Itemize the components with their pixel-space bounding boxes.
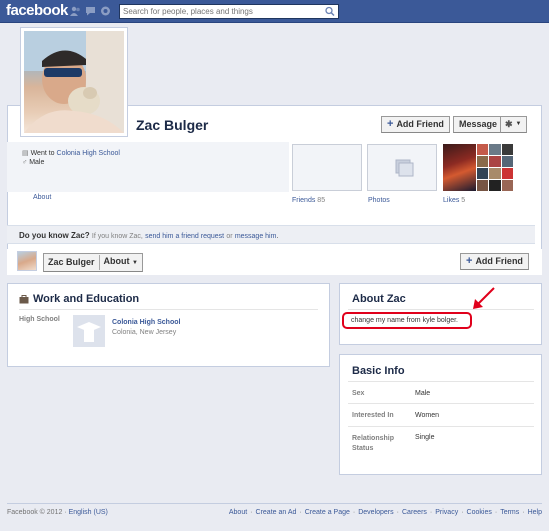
- row-divider: [348, 426, 534, 427]
- high-school-label: High School: [19, 316, 60, 323]
- sex-label: Sex: [352, 390, 365, 397]
- graduation-cap-icon: [77, 322, 101, 342]
- footer-link-create-ad[interactable]: Create an Ad: [256, 509, 297, 516]
- add-friend-icon: +: [387, 118, 394, 130]
- likes-count: 5: [461, 197, 466, 204]
- friends-link[interactable]: Friends 85: [292, 197, 325, 204]
- gear-icon: ✱: [505, 119, 513, 129]
- school-location: Colonia, New Jersey: [112, 329, 177, 336]
- footer-link-developers[interactable]: Developers: [358, 509, 393, 516]
- about-zac-divider: [348, 309, 534, 310]
- do-you-know-or: or: [226, 233, 233, 240]
- add-friend-label: Add Friend: [396, 119, 444, 129]
- footer-link-cookies[interactable]: Cookies: [467, 509, 492, 516]
- profile-picture[interactable]: [20, 27, 128, 137]
- send-friend-request-link[interactable]: send him a friend request: [145, 233, 224, 240]
- likes-link[interactable]: Likes 5: [443, 197, 465, 204]
- add-friend-icon: +: [466, 255, 473, 267]
- footer-divider: [7, 503, 542, 504]
- work-education-title-text: Work and Education: [33, 293, 140, 305]
- friends-label: Friends: [292, 197, 316, 204]
- basic-info-divider: [348, 381, 534, 382]
- search-box[interactable]: [119, 4, 339, 19]
- search-input[interactable]: [120, 5, 316, 18]
- photos-link[interactable]: Photos: [368, 197, 390, 204]
- friend-requests-icon[interactable]: [70, 6, 81, 16]
- interested-in-label: Interested In: [352, 412, 394, 419]
- about-zac-text: change my name from kyle bolger.: [351, 317, 458, 324]
- friends-count: 85: [317, 197, 326, 204]
- subnav-tabs: Zac Bulger About ▼: [43, 253, 143, 272]
- messages-icon[interactable]: [85, 6, 96, 16]
- footer-link-careers[interactable]: Careers: [402, 509, 427, 516]
- friends-thumbnail[interactable]: [292, 144, 362, 191]
- sex-value: Male: [415, 390, 431, 397]
- subnav-add-friend-button[interactable]: + Add Friend: [460, 253, 529, 270]
- footer-link-privacy[interactable]: Privacy: [435, 509, 458, 516]
- school-link[interactable]: Colonia High School: [57, 150, 120, 157]
- likes-label: Likes: [443, 197, 460, 204]
- relationship-status-value: Single: [415, 434, 435, 441]
- went-to-prefix: Went to: [30, 150, 55, 157]
- chevron-down-icon: ▼: [132, 260, 138, 266]
- settings-dropdown-button[interactable]: ✱ ▼: [500, 116, 527, 133]
- do-you-know-question: Do you know Zac?: [19, 231, 90, 240]
- subnav-add-friend-label: Add Friend: [475, 256, 523, 266]
- likes-image-main: [443, 144, 476, 191]
- school-name-link[interactable]: Colonia High School: [112, 319, 180, 326]
- avatar[interactable]: [17, 251, 37, 271]
- basic-info-title: Basic Info: [352, 365, 405, 377]
- do-you-know-prefix: If you know Zac,: [91, 233, 143, 240]
- message-button[interactable]: Message: [453, 116, 504, 133]
- about-zac-title: About Zac: [352, 293, 406, 305]
- footer-link-help[interactable]: Help: [528, 509, 542, 516]
- language-link[interactable]: English (US): [69, 509, 108, 516]
- likes-thumbnail[interactable]: [443, 144, 513, 191]
- profile-photo: [24, 31, 124, 133]
- footer-link-about[interactable]: About: [229, 509, 247, 516]
- subnav-about-tab[interactable]: About ▼: [100, 254, 142, 271]
- relationship-status-label: Relationship Status: [352, 435, 395, 452]
- chevron-down-icon: ▼: [515, 121, 522, 127]
- row-divider: [348, 403, 534, 404]
- profile-photo-drawing: [24, 31, 124, 133]
- copyright-text: Facebook © 2012 ·: [7, 509, 67, 516]
- photos-thumbnail[interactable]: [367, 144, 437, 191]
- do-you-know-text: Do you know Zac? If you know Zac, send h…: [19, 231, 278, 240]
- footer-links: About · Create an Ad · Create a Page · Deve…: [228, 509, 542, 516]
- annotation-arrow-icon: [473, 287, 495, 309]
- work-education-title: Work and Education: [19, 293, 139, 305]
- interested-in-value: Women: [415, 412, 439, 419]
- message-him-link[interactable]: message him: [235, 233, 277, 240]
- photos-placeholder-icon: [395, 159, 414, 177]
- do-you-know-period: .: [276, 233, 279, 240]
- do-you-know-bar: Do you know Zac? If you know Zac, send h…: [7, 225, 535, 244]
- subnav-about-label: About: [103, 256, 130, 266]
- search-icon[interactable]: [324, 6, 336, 17]
- briefcase-icon: [19, 294, 29, 303]
- school-placeholder-icon[interactable]: [73, 315, 105, 347]
- gender-line: ♂ Male: [22, 159, 44, 166]
- about-link[interactable]: About: [33, 194, 51, 201]
- work-education-divider: [19, 309, 318, 310]
- facebook-logo[interactable]: facebook: [6, 2, 68, 19]
- school-icon: ▤: [22, 150, 29, 157]
- footer-link-create-page[interactable]: Create a Page: [305, 509, 350, 516]
- education-line: ▤ Went to Colonia High School: [22, 149, 120, 157]
- likes-image-grid: [476, 144, 513, 191]
- gender-value: Male: [29, 159, 45, 166]
- add-friend-button[interactable]: + Add Friend: [381, 116, 450, 133]
- notifications-icon[interactable]: [100, 6, 111, 16]
- footer-copyright: Facebook © 2012 · English (US): [7, 509, 108, 516]
- subnav-name-tab[interactable]: Zac Bulger: [44, 255, 100, 270]
- gender-icon: ♂: [22, 159, 28, 166]
- footer-link-terms[interactable]: Terms: [500, 509, 519, 516]
- profile-name[interactable]: Zac Bulger: [136, 117, 208, 133]
- message-label: Message: [459, 119, 498, 129]
